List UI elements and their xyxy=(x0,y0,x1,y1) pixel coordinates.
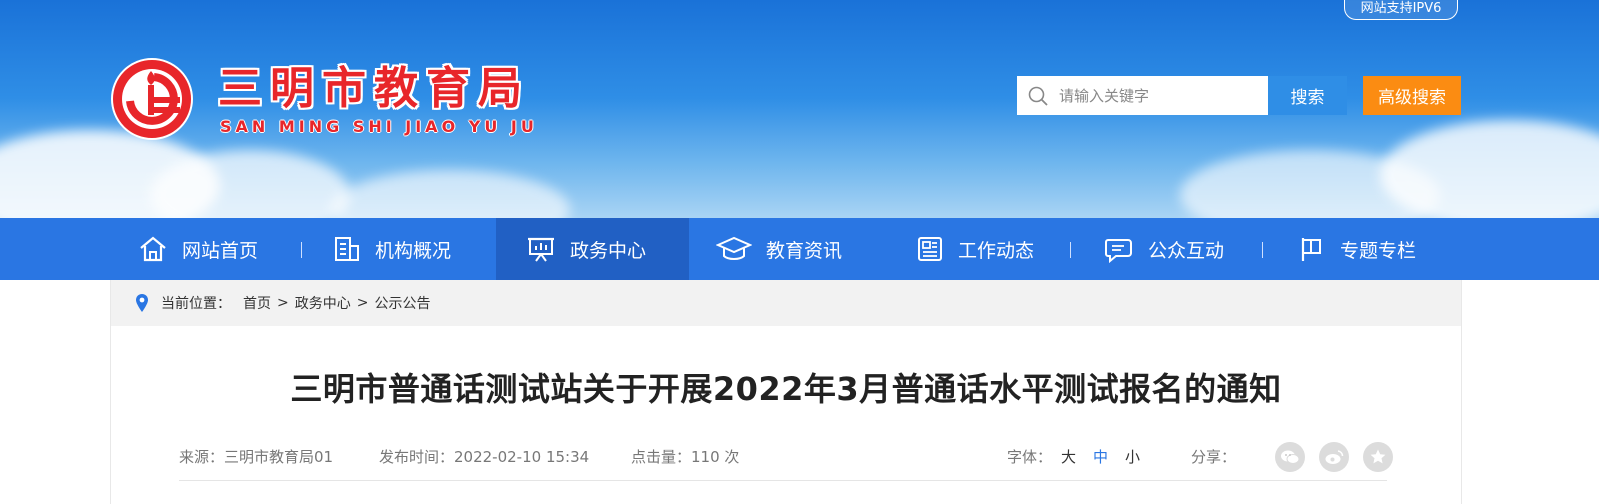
nav-item-label: 教育资讯 xyxy=(766,239,843,262)
wechat-icon[interactable] xyxy=(1275,442,1305,472)
breadcrumb-separator: > xyxy=(356,295,369,311)
home-icon xyxy=(140,236,166,262)
site-logo-chinese[interactable]: 三明市教育局 xyxy=(218,52,530,116)
article-title: 三明市普通话测试站关于开展2022年3月普通话水平测试报名的通知 xyxy=(290,370,1282,408)
article-hits: 点击量：110 次 xyxy=(631,448,740,466)
chat-icon xyxy=(1105,239,1132,263)
ipv6-badge: 网站支持IPV6 xyxy=(1344,0,1458,20)
main-nav: 网站首页 机构概况 政务中心 教育资讯 工作动态 公众互动 专题专栏 xyxy=(0,218,1599,280)
graduation-cap-icon xyxy=(716,236,752,260)
search-button[interactable]: 搜索 xyxy=(1268,76,1347,115)
site-logo-pinyin: SAN MING SHI JIAO YU JU xyxy=(220,117,538,136)
nav-item-label: 工作动态 xyxy=(958,239,1035,262)
search-input[interactable] xyxy=(1059,77,1259,114)
favorite-icon[interactable] xyxy=(1363,442,1393,472)
flag-icon xyxy=(1301,238,1321,261)
nav-divider xyxy=(1070,242,1071,258)
font-size-medium[interactable]: 中 xyxy=(1093,442,1108,472)
search-icon xyxy=(1017,76,1059,115)
article-meta: 来源：三明市教育局01 发布时间：2022-02-10 15:34 点击量：11… xyxy=(179,442,1393,472)
header-banner: 网站支持IPV6 三明市教育局 SAN MING SHI JIAO YU JU … xyxy=(0,0,1599,218)
font-size-label: 字体： xyxy=(1007,448,1053,466)
nav-item-label: 政务中心 xyxy=(570,239,647,262)
nav-item-home[interactable]: 网站首页 xyxy=(138,218,258,280)
search-box xyxy=(1017,76,1268,115)
share-label: 分享： xyxy=(1191,448,1237,466)
nav-item-education-news[interactable]: 教育资讯 xyxy=(716,218,842,280)
nav-item-work-news[interactable]: 工作动态 xyxy=(916,218,1034,280)
newspaper-icon xyxy=(918,237,942,261)
divider xyxy=(179,480,1387,481)
weibo-icon[interactable] xyxy=(1319,442,1349,472)
article-container: 当前位置： 首页 > 政务中心 > 公示公告 三明市普通话测试站关于开展2022… xyxy=(110,280,1462,504)
breadcrumb-separator: > xyxy=(277,295,289,311)
education-bureau-logo[interactable] xyxy=(110,57,194,141)
nav-divider xyxy=(301,242,302,258)
nav-item-label: 专题专栏 xyxy=(1340,239,1417,262)
location-pin-icon xyxy=(136,294,148,312)
breadcrumb: 当前位置： 首页 > 政务中心 > 公示公告 xyxy=(111,280,1461,326)
nav-item-special-topics[interactable]: 专题专栏 xyxy=(1298,218,1416,280)
building-icon xyxy=(335,237,359,261)
font-size-small[interactable]: 小 xyxy=(1125,442,1140,472)
breadcrumb-prefix: 当前位置： xyxy=(161,296,231,312)
presentation-icon xyxy=(528,237,554,262)
breadcrumb-government-center[interactable]: 政务中心 xyxy=(295,293,351,313)
advanced-search-button[interactable]: 高级搜索 xyxy=(1363,76,1461,115)
nav-item-government-center[interactable]: 政务中心 xyxy=(496,218,689,280)
nav-item-label: 网站首页 xyxy=(182,239,259,262)
nav-divider xyxy=(1262,242,1263,258)
nav-item-organization[interactable]: 机构概况 xyxy=(333,218,451,280)
nav-item-public-interaction[interactable]: 公众互动 xyxy=(1104,218,1224,280)
breadcrumb-current[interactable]: 公示公告 xyxy=(374,293,430,313)
article-publish-time: 发布时间：2022-02-10 15:34 xyxy=(379,448,590,466)
article-source: 来源：三明市教育局01 xyxy=(179,448,334,466)
nav-item-label: 机构概况 xyxy=(375,239,452,262)
breadcrumb-home[interactable]: 首页 xyxy=(243,293,271,313)
nav-item-label: 公众互动 xyxy=(1148,239,1225,262)
font-size-large[interactable]: 大 xyxy=(1061,442,1076,472)
